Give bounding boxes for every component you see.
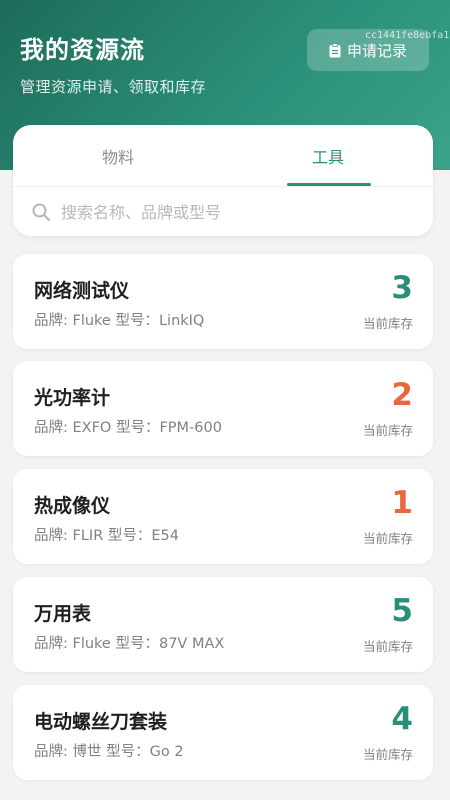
tool-card[interactable]: 万用表 品牌: Fluke 型号：87V MAX 5 当前库存 [13, 577, 433, 672]
page-subtitle: 管理资源申请、领取和库存 [20, 78, 207, 96]
tab-search-panel: 物料 工具 [13, 125, 433, 236]
stock-count: 3 [391, 270, 413, 306]
stock-count: 4 [391, 701, 413, 737]
search-input[interactable] [59, 201, 393, 223]
tool-card[interactable]: 热成像仪 品牌: FLIR 型号：E54 1 当前库存 [13, 469, 433, 564]
category-tabs: 物料 工具 [13, 125, 433, 187]
stock-count: 2 [391, 377, 413, 413]
stock-count: 1 [391, 485, 413, 521]
tool-name: 网络测试仪 [34, 280, 130, 302]
debug-hash-text: cc1441fe8ebfa177 [365, 30, 450, 41]
tool-name: 热成像仪 [34, 495, 111, 517]
tool-name: 电动螺丝刀套装 [34, 711, 168, 733]
tool-card[interactable]: 网络测试仪 品牌: Fluke 型号：LinkIQ 3 当前库存 [13, 254, 433, 349]
tab-tools[interactable]: 工具 [223, 125, 433, 186]
tool-brand-model: 品牌: EXFO 型号：FPM-600 [34, 420, 222, 436]
tool-brand-model: 品牌: Fluke 型号：87V MAX [34, 636, 225, 652]
tool-name: 光功率计 [34, 387, 111, 409]
tool-brand-model: 品牌: 博世 型号：Go 2 [34, 744, 184, 760]
search-icon [32, 203, 51, 222]
page-title: 我的资源流 [20, 36, 145, 64]
application-records-label: 申请记录 [346, 41, 407, 60]
tool-card[interactable]: 电动螺丝刀套装 品牌: 博世 型号：Go 2 4 当前库存 [13, 685, 433, 780]
stock-label: 当前库存 [362, 316, 413, 331]
stock-label: 当前库存 [362, 531, 413, 546]
tool-name: 万用表 [34, 603, 92, 625]
stock-label: 当前库存 [362, 747, 413, 762]
stock-label: 当前库存 [362, 639, 413, 654]
active-tab-indicator [287, 183, 371, 186]
tool-brand-model: 品牌: Fluke 型号：LinkIQ [34, 313, 205, 329]
clipboard-icon [329, 42, 341, 57]
tab-materials[interactable]: 物料 [13, 125, 223, 186]
tool-card[interactable]: 光功率计 品牌: EXFO 型号：FPM-600 2 当前库存 [13, 361, 433, 456]
search-bar[interactable] [13, 187, 433, 236]
stock-label: 当前库存 [362, 423, 413, 438]
tool-brand-model: 品牌: FLIR 型号：E54 [34, 528, 179, 544]
stock-count: 5 [391, 593, 413, 629]
